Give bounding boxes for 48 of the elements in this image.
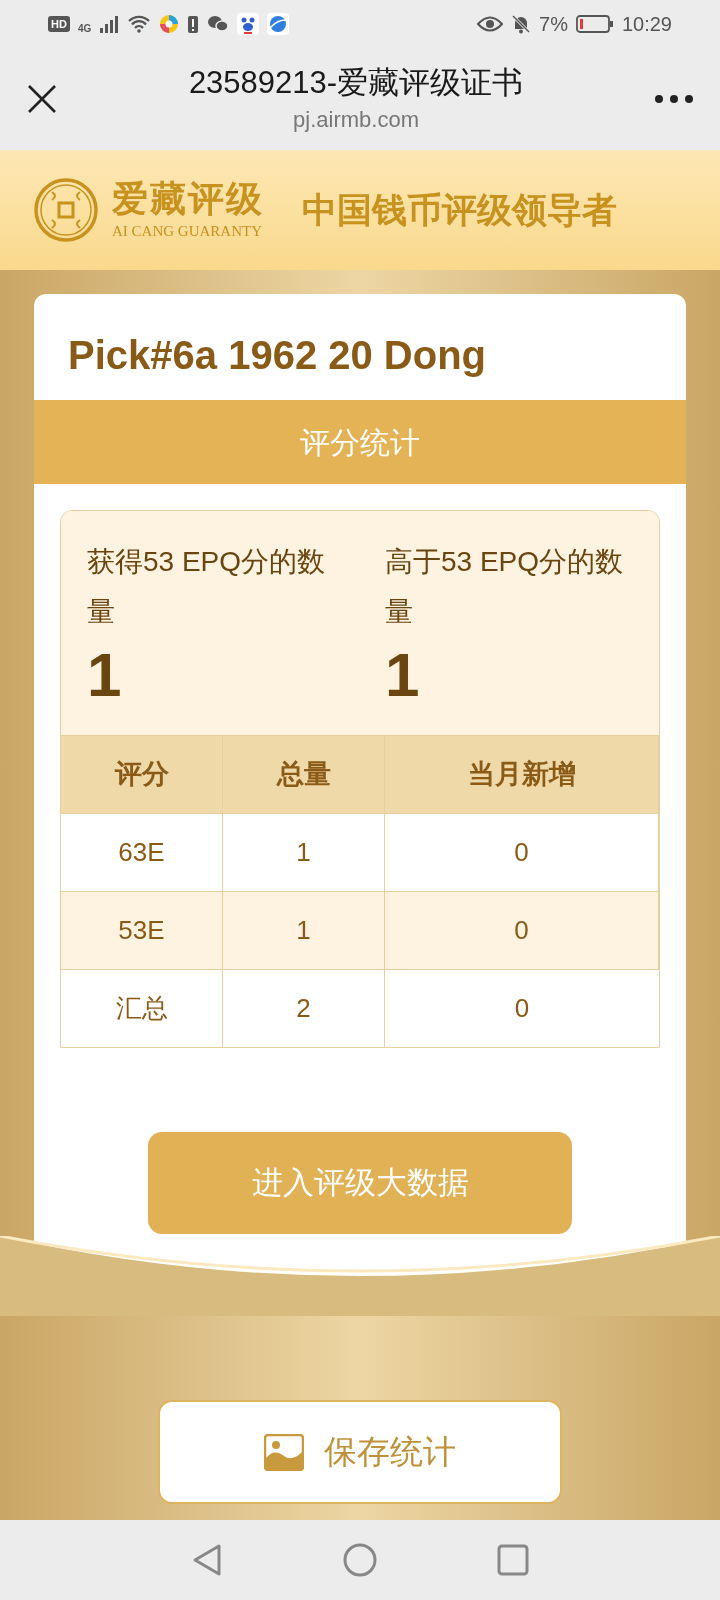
more-icon xyxy=(654,94,694,104)
close-icon xyxy=(26,83,58,115)
hd-indicator: HD xyxy=(48,15,70,33)
home-button[interactable] xyxy=(343,1543,377,1577)
eye-icon xyxy=(477,15,504,33)
table-cell: 0 xyxy=(385,891,659,969)
battery-icon xyxy=(575,14,614,34)
muted-bell-icon xyxy=(511,14,532,34)
brand-subtitle: AI CANG GUARANTY xyxy=(112,221,263,241)
table-cell: 1 xyxy=(223,891,385,969)
network-label: 4G xyxy=(77,21,92,36)
column-header: 评分 xyxy=(61,735,223,813)
coin-logo-icon xyxy=(34,178,98,242)
browser-icon xyxy=(267,13,290,35)
image-icon xyxy=(264,1433,304,1471)
stat-value: 1 xyxy=(385,639,421,711)
stat-label: 高于53 EPQ分的数量 xyxy=(385,545,625,629)
signal-icon xyxy=(99,15,120,33)
save-button[interactable]: 保存统计 xyxy=(158,1400,562,1504)
back-button[interactable] xyxy=(191,1543,223,1577)
section-header: 评分统计 xyxy=(34,400,686,484)
slogan: 中国钱币评级领导者 xyxy=(302,188,617,231)
table-cell: 63E xyxy=(61,813,223,891)
back-icon xyxy=(191,1543,223,1577)
battery-percent: 7% xyxy=(539,12,568,37)
clock: 10:29 xyxy=(621,12,672,37)
table-cell: 2 xyxy=(223,969,385,1047)
table-cell: 1 xyxy=(223,813,385,891)
app-icon xyxy=(159,14,180,34)
home-icon xyxy=(343,1543,377,1577)
column-header: 当月新增 xyxy=(385,735,659,813)
paw-icon xyxy=(237,13,260,35)
recents-button[interactable] xyxy=(497,1544,529,1576)
table-cell: 53E xyxy=(61,891,223,969)
card-title: Pick#6a 1962 20 Dong xyxy=(67,332,488,379)
alert-icon xyxy=(187,14,200,34)
table-cell: 汇总 xyxy=(61,969,223,1047)
table-cell: 0 xyxy=(385,813,659,891)
page-url: pj.airmb.com xyxy=(293,105,419,134)
wifi-icon xyxy=(127,15,152,33)
recents-icon xyxy=(497,1544,529,1576)
stat-label: 获得53 EPQ分的数量 xyxy=(87,545,327,629)
big-data-button[interactable]: 进入评级大数据 xyxy=(148,1132,572,1234)
stat-value: 1 xyxy=(87,639,123,711)
brand-name: 爱藏评级 xyxy=(112,177,264,220)
column-header: 总量 xyxy=(223,735,385,813)
page-title: 23589213-爱藏评级证书 xyxy=(188,63,524,102)
chat-icon xyxy=(207,15,230,33)
